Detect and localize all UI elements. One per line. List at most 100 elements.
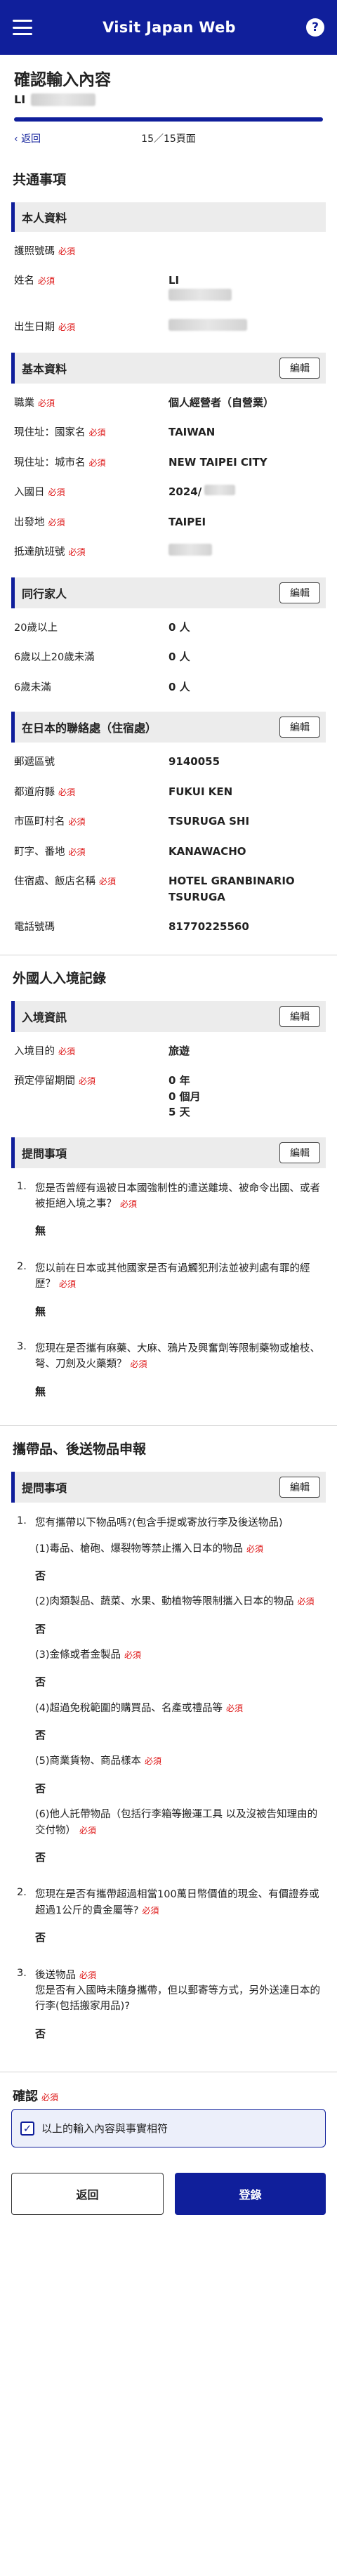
row-municipality: 市區町村名 必須 TSURUGA SHI bbox=[0, 806, 337, 837]
back-button[interactable]: 返回 bbox=[11, 2173, 164, 2216]
edit-entry-button[interactable]: 編輯 bbox=[279, 1005, 320, 1027]
required-mark: 必須 bbox=[124, 1649, 142, 1660]
row-label: 抵達航班號 bbox=[14, 547, 65, 558]
redacted-name-blur bbox=[31, 93, 96, 106]
edit-customs-questions-button[interactable]: 編輯 bbox=[279, 1477, 320, 1498]
required-mark: 必須 bbox=[58, 247, 76, 256]
required-mark: 必須 bbox=[48, 488, 65, 497]
submit-button[interactable]: 登錄 bbox=[175, 2173, 326, 2216]
required-mark: 必須 bbox=[58, 1046, 76, 1057]
question-number: 1. bbox=[17, 1180, 27, 1192]
subhead-basic-title: 基本資料 bbox=[22, 362, 67, 376]
confirm-checkbox[interactable]: ✓ bbox=[20, 2121, 34, 2136]
stay-days: 5 天 bbox=[168, 1106, 190, 1118]
row-value: 旅遊 bbox=[168, 1044, 190, 1057]
row-value: 2024/ bbox=[168, 485, 202, 498]
question-answer: 否 bbox=[35, 1931, 46, 1944]
row-phone: 電話號碼 81770225560 bbox=[0, 912, 337, 942]
row-label: 市區町村名 bbox=[14, 816, 65, 828]
question-answer: 否 bbox=[35, 2027, 46, 2040]
chevron-left-icon: ‹ bbox=[14, 133, 22, 145]
subhead-customs-questions: 提問事項 編輯 bbox=[11, 1472, 326, 1503]
subhead-personal: 本人資料 bbox=[11, 202, 326, 232]
question-answer: 無 bbox=[35, 1305, 46, 1318]
required-mark: 必須 bbox=[99, 877, 117, 887]
row-family-children: 6歲未滿 0 人 bbox=[0, 672, 337, 702]
help-icon[interactable]: ? bbox=[306, 18, 324, 37]
row-value: TAIWAN bbox=[168, 426, 216, 438]
question-number: 2. bbox=[17, 1260, 27, 1272]
row-label: 職業 bbox=[14, 397, 34, 409]
question-item: 3. 您現在是否攜有麻藥、大麻、鴉片及興奮劑等限制藥物或槍枝、弩、刀劍及火藥類？… bbox=[0, 1333, 337, 1413]
confirm-title-text: 確認 bbox=[13, 2089, 38, 2105]
row-label: 現住址：城市名 bbox=[14, 457, 86, 469]
required-mark: 必須 bbox=[130, 1359, 147, 1370]
redacted-date-blur bbox=[204, 485, 236, 495]
sub-question-item: (4)超過免稅範圍的購買品、名產或禮品等 必須否 bbox=[35, 1701, 323, 1744]
row-stay: 預定停留期間 必須 0 年 0 個月 5 天 bbox=[0, 1066, 337, 1127]
row-postal: 郵遞區號 9140055 bbox=[0, 747, 337, 777]
question-number: 3. bbox=[17, 1340, 27, 1352]
row-purpose: 入境目的 必須 旅遊 bbox=[0, 1036, 337, 1066]
row-value: LI bbox=[168, 274, 180, 287]
user-row: LI bbox=[14, 93, 323, 106]
row-label: 出生日期 bbox=[14, 322, 55, 333]
redacted-flight-blur bbox=[168, 544, 212, 556]
required-mark: 必須 bbox=[48, 517, 65, 528]
row-value: 個人經營者（自營業） bbox=[168, 395, 275, 409]
sub-question-answer: 否 bbox=[35, 1569, 46, 1582]
row-label: 姓名 bbox=[14, 275, 34, 287]
question-answer: 無 bbox=[35, 1224, 46, 1238]
row-label: 電話號碼 bbox=[14, 922, 55, 933]
footer-actions: 返回 登錄 bbox=[0, 2155, 337, 2243]
question-text: 您是否曾經有過被日本國強制性的遣送離境、被命令出國、或者被拒絕入境之事？ bbox=[35, 1182, 320, 1210]
sub-question-answer: 否 bbox=[35, 1851, 46, 1864]
sub-question-item: (1)毒品、槍砲、爆裂物等禁止攜入日本的物品 必須否 bbox=[35, 1541, 323, 1585]
row-label: 町字、番地 bbox=[14, 846, 65, 858]
row-prefecture: 都道府縣 必須 FUKUI KEN bbox=[0, 777, 337, 807]
back-link[interactable]: ‹ 返回 bbox=[14, 131, 41, 145]
edit-basic-button[interactable]: 編輯 bbox=[279, 357, 320, 379]
required-mark: 必須 bbox=[79, 1970, 97, 1980]
edit-family-button[interactable]: 編輯 bbox=[279, 582, 320, 603]
app-title: Visit Japan Web bbox=[103, 19, 236, 36]
row-value: 81770225560 bbox=[168, 920, 249, 933]
sub-question-text: (3)金條或者金製品 bbox=[35, 1649, 121, 1661]
row-label: 6歲以上20歲未滿 bbox=[14, 652, 95, 663]
sub-question-item: (5)商業貨物、商品樣本 必須否 bbox=[35, 1753, 323, 1797]
row-label: 出發地 bbox=[14, 516, 45, 528]
row-value: TAIPEI bbox=[168, 515, 206, 528]
confirm-block: 確認 必須 ✓ 以上的輸入內容與事實相符 bbox=[0, 2072, 337, 2155]
confirm-checkbox-row[interactable]: ✓ 以上的輸入內容與事實相符 bbox=[11, 2109, 326, 2148]
required-mark: 必須 bbox=[246, 1543, 264, 1554]
row-value: HOTEL GRANBINARIO TSURUGA bbox=[168, 875, 295, 903]
edit-immigration-questions-button[interactable]: 編輯 bbox=[279, 1142, 320, 1163]
subhead-contact: 在日本的聯絡處（住宿處） 編輯 bbox=[11, 712, 326, 743]
row-label: 郵遞區號 bbox=[14, 757, 55, 768]
edit-contact-button[interactable]: 編輯 bbox=[279, 717, 320, 738]
row-name: 姓名 必須 LI bbox=[0, 266, 337, 312]
row-label: 現住址：國家名 bbox=[14, 427, 86, 438]
question-item: 2. 您現在是否有攜帶超過相當100萬日幣價值的現金、有價證券或超過1公斤的貴金… bbox=[0, 1878, 337, 1959]
required-mark: 必須 bbox=[41, 2093, 59, 2103]
row-value: KANAWACHO bbox=[168, 844, 246, 858]
hamburger-menu-icon[interactable] bbox=[13, 20, 32, 35]
required-mark: 必須 bbox=[58, 322, 76, 332]
question-number: 3. bbox=[17, 1967, 27, 1979]
row-label: 都道府縣 bbox=[14, 786, 55, 798]
subhead-family-title: 同行家人 bbox=[22, 587, 67, 601]
required-mark: 必須 bbox=[68, 817, 86, 827]
row-label: 住宿處、飯店名稱 bbox=[14, 876, 95, 887]
subhead-entry: 入境資訊 編輯 bbox=[11, 1000, 326, 1032]
question-text: 您現在是否攜有麻藥、大麻、鴉片及興奮劑等限制藥物或槍枝、弩、刀劍及火藥類？ bbox=[35, 1342, 320, 1371]
required-mark: 必須 bbox=[142, 1905, 159, 1916]
row-hotel: 住宿處、飯店名稱 必須 HOTEL GRANBINARIO TSURUGA bbox=[0, 866, 337, 912]
page-title: 確認輸入內容 bbox=[14, 71, 111, 89]
row-value: 0 人 bbox=[168, 680, 190, 693]
question-title: 後送物品 bbox=[35, 1969, 76, 1981]
back-link-label: 返回 bbox=[21, 133, 41, 145]
required-mark: 必須 bbox=[145, 1756, 162, 1767]
sub-question-answer: 否 bbox=[35, 1781, 46, 1795]
row-label: 6歲未滿 bbox=[14, 681, 51, 693]
required-mark: 必須 bbox=[68, 846, 86, 857]
